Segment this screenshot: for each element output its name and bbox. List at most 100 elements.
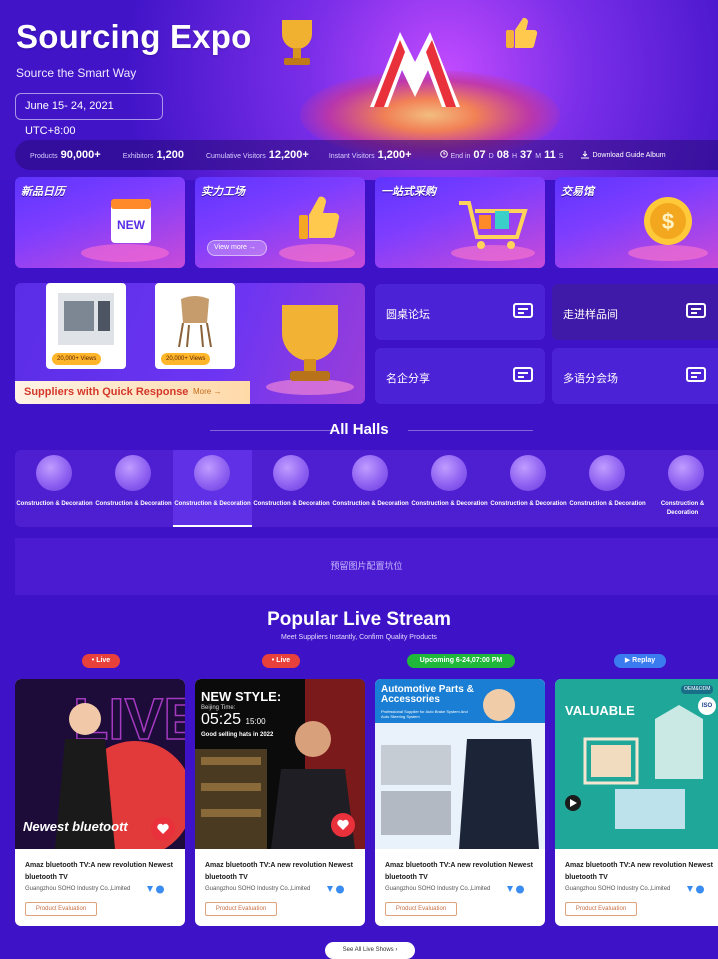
card-title[interactable]: Amaz bluetooth TV:A new revolution Newes… [385, 860, 540, 884]
suppliers-title: Suppliers with Quick Response [24, 386, 189, 398]
headphones-icon [194, 455, 230, 491]
company-name[interactable]: Guangzhou SOHO Industry Co.,Limited [25, 886, 130, 892]
category-title: 一站式采购 [381, 186, 436, 198]
product-evaluation-button[interactable]: Product Evaluation [25, 902, 97, 916]
live-card[interactable]: VALUABLE OEM&ODM ISO Amaz bluetooth TV:A… [555, 679, 718, 926]
category-title: 新品日历 [21, 186, 65, 198]
download-icon [581, 151, 590, 159]
chair-image [178, 296, 212, 348]
stats-bar: Products 90,000+ Exhibitors 1,200 Cumula… [15, 140, 718, 170]
supplier-product-card[interactable]: 20,000+ Views [155, 283, 235, 369]
thumbnail-title: Automotive Parts & Accessories [381, 684, 474, 705]
verified-icons [327, 885, 344, 894]
company-name[interactable]: Guangzhou SOHO Industry Co.,Limited [565, 886, 670, 892]
product-evaluation-button[interactable]: Product Evaluation [565, 902, 637, 916]
machine-icon [115, 455, 151, 491]
machine-icon [273, 455, 309, 491]
shopping-cart-icon [451, 201, 535, 261]
trophy-icon [282, 20, 312, 65]
live-badge: • Live [82, 654, 120, 668]
forum-famous-enterprise[interactable]: 名企分享 [375, 348, 545, 404]
live-card[interactable]: NEW STYLE: Beijing Time: 05:25 15:00 Goo… [195, 679, 365, 926]
expo-logo-icon [370, 32, 460, 107]
stat-exhibitors: Exhibitors 1,200 [122, 149, 184, 161]
hall-item-active[interactable]: Construction & Decoration [173, 450, 252, 527]
verified-icons [507, 885, 524, 894]
thumbnail-subtitle: Professional Supplier for Auto Brake Sys… [381, 709, 468, 719]
replay-badge: ▶ Replay [614, 654, 666, 668]
category-new-calendar[interactable]: 新品日历 NEW [15, 177, 185, 268]
category-trade-hall[interactable]: 交易馆 $ [555, 177, 718, 268]
verified-icons [147, 885, 164, 894]
forum-multilingual[interactable]: 多语分会场 [552, 348, 718, 404]
hall-item[interactable]: Construction & Decoration [410, 450, 489, 527]
live-title: Popular Live Stream [267, 609, 451, 630]
company-name[interactable]: Guangzhou SOHO Industry Co.,Limited [205, 886, 310, 892]
chat-icon [686, 367, 706, 382]
quick-response-suppliers[interactable]: 20,000+ Views 20,000+ Views Suppliers wi… [15, 283, 365, 404]
thumbnail-caption: Good selling hats in 2022 [201, 732, 274, 738]
chat-icon [513, 367, 533, 382]
company-name[interactable]: Guangzhou SOHO Industry Co.,Limited [385, 886, 490, 892]
category-strength-factory[interactable]: 实力工场 View more → [195, 177, 365, 268]
reserved-image-slot: 预留图片配置坑位 [15, 538, 718, 595]
page-title: Sourcing Expo [16, 18, 252, 55]
heart-icon[interactable] [151, 817, 175, 841]
headphones-icon [510, 455, 546, 491]
thumbnail-caption: Newest bluetoott [23, 819, 128, 834]
live-thumbnail[interactable]: VALUABLE OEM&ODM ISO [555, 679, 718, 849]
headphones-icon [36, 455, 72, 491]
dollar-coin-icon: $ [628, 197, 708, 261]
headphones-icon [668, 455, 704, 491]
machine-icon [431, 455, 467, 491]
thumbs-up-icon [506, 17, 538, 49]
live-card[interactable]: Automotive Parts & Accessories Professio… [375, 679, 545, 926]
stat-products: Products 90,000+ [30, 149, 101, 161]
supplier-product-card[interactable]: 20,000+ Views [46, 283, 126, 369]
card-title[interactable]: Amaz bluetooth TV:A new revolution Newes… [565, 860, 718, 884]
tagline: Source the Smart Way [16, 66, 137, 80]
category-title: 实力工场 [201, 186, 245, 198]
live-thumbnail[interactable]: LIVE Newest bluetoott [15, 679, 185, 849]
heart-icon[interactable] [331, 813, 355, 837]
thumbnail-title: NEW STYLE: [201, 689, 282, 704]
views-badge: 20,000+ Views [161, 353, 211, 365]
calendar-icon: NEW [81, 199, 169, 262]
hall-item[interactable]: Construction & Decoration [647, 450, 718, 527]
thumbs-up-icon [279, 196, 355, 262]
product-evaluation-button[interactable]: Product Evaluation [385, 902, 457, 916]
hall-item[interactable]: Construction & Decoration [331, 450, 410, 527]
download-guide-link[interactable]: Download Guide Album [581, 151, 666, 159]
thumbnail-title: VALUABLE [565, 703, 635, 718]
stat-cumulative-visitors: Cumulative Visitors 12,200+ [205, 149, 309, 161]
oem-tag: OEM&ODM [681, 685, 714, 694]
card-title[interactable]: Amaz bluetooth TV:A new revolution Newes… [205, 860, 360, 884]
views-badge: 20,000+ Views [52, 353, 102, 365]
hall-item[interactable]: Construction & Decoration [489, 450, 568, 527]
thumbnail-time: 05:25 15:00 [201, 711, 266, 728]
view-more-button[interactable]: View more → [207, 240, 267, 256]
forum-sample-room[interactable]: 走进样品间 [552, 284, 718, 340]
live-badge: • Live [262, 654, 300, 668]
cnc-machine-image [58, 293, 114, 345]
chat-icon [513, 303, 533, 318]
live-card[interactable]: LIVE Newest bluetoott Amaz bluetooth TV:… [15, 679, 185, 926]
hall-item[interactable]: Construction & Decoration [94, 450, 173, 527]
headphones-icon [352, 455, 388, 491]
category-one-stop-purchase[interactable]: 一站式采购 [375, 177, 545, 268]
upcoming-badge: Upcoming 6-24,07:00 PM [407, 654, 515, 668]
suppliers-footer[interactable]: Suppliers with Quick Response More → [15, 381, 250, 404]
hall-item[interactable]: Construction & Decoration [252, 450, 331, 527]
hall-item[interactable]: Construction & Decoration [568, 450, 647, 527]
live-thumbnail[interactable]: Automotive Parts & Accessories Professio… [375, 679, 545, 849]
live-thumbnail[interactable]: NEW STYLE: Beijing Time: 05:25 15:00 Goo… [195, 679, 365, 849]
chat-icon [686, 303, 706, 318]
halls-carousel: Construction & Decoration Construction &… [15, 450, 718, 527]
card-title[interactable]: Amaz bluetooth TV:A new revolution Newes… [25, 860, 180, 884]
see-all-live-shows-button[interactable]: See All Live Shows › [325, 942, 415, 959]
hall-item[interactable]: Construction & Decoration [15, 450, 94, 527]
event-date: June 15- 24, 2021 UTC+8:00 [15, 93, 163, 137]
product-evaluation-button[interactable]: Product Evaluation [205, 902, 277, 916]
suppliers-more-link[interactable]: More → [193, 387, 221, 396]
forum-roundtable[interactable]: 圆桌论坛 [375, 284, 545, 340]
